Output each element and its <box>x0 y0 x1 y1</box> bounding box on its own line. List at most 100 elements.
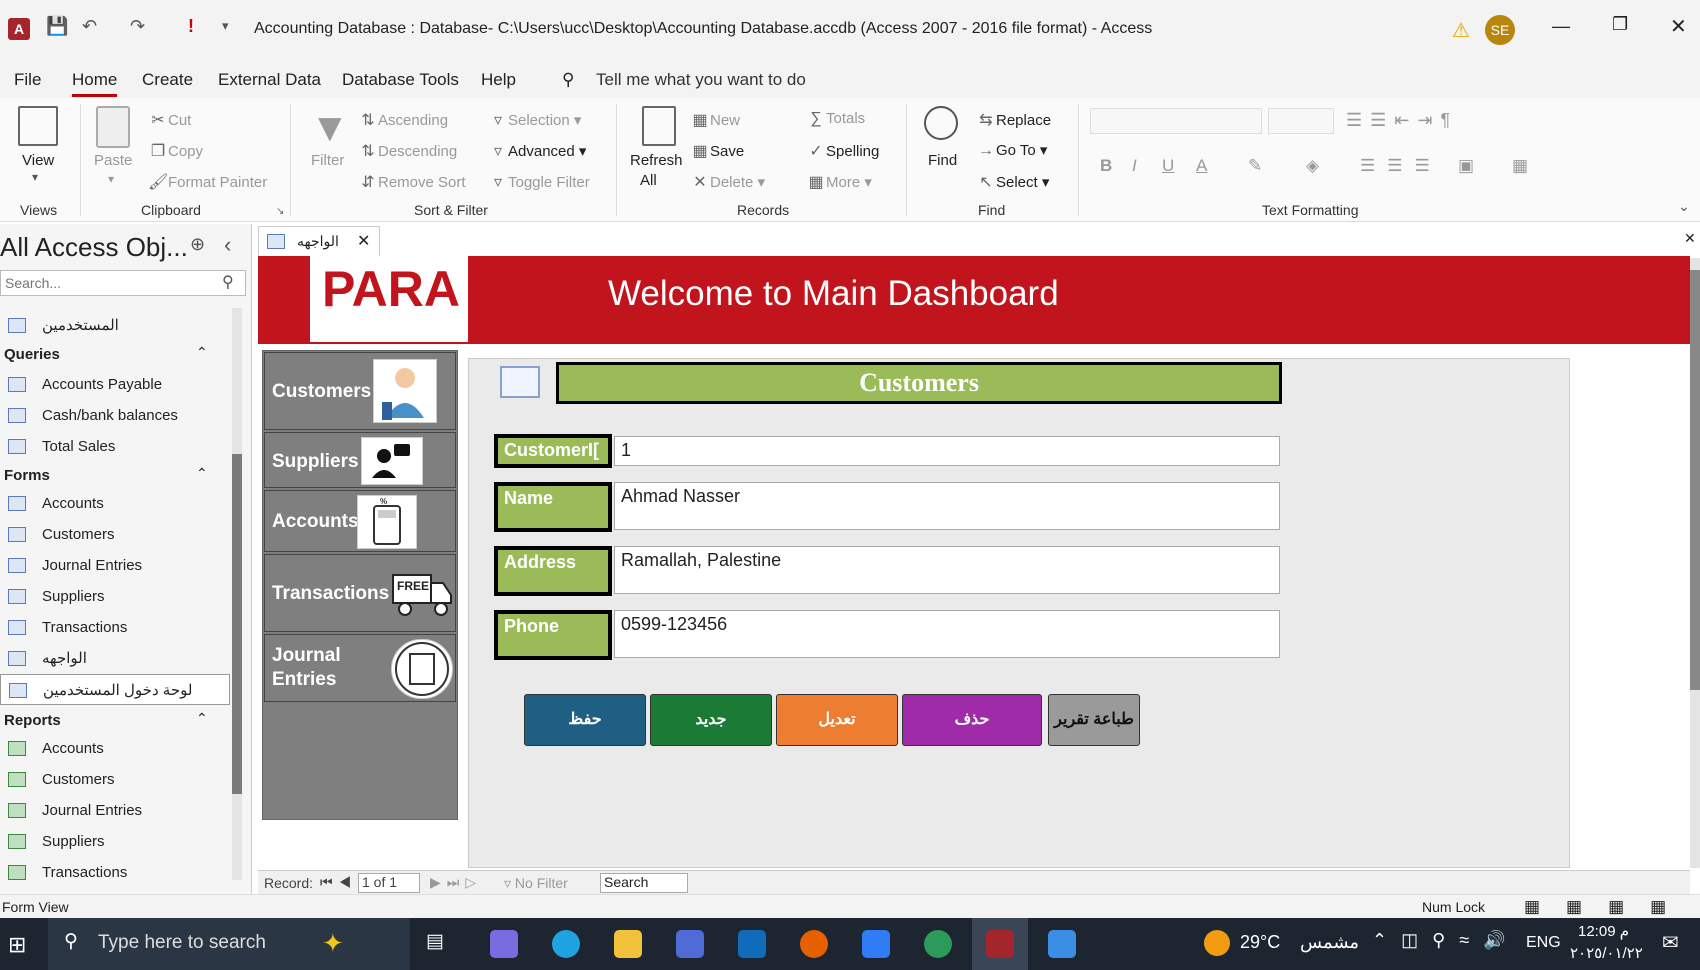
next-last-icons[interactable]: ▶⏭▷ <box>430 874 482 891</box>
fill-color-icon[interactable]: ◈ <box>1306 156 1319 176</box>
selection-button[interactable]: Selection <box>508 112 570 129</box>
restore-icon[interactable]: ❐ <box>1612 14 1628 35</box>
firefox-icon[interactable] <box>800 930 828 958</box>
filter-button[interactable]: Filter <box>311 152 344 169</box>
weather-temp[interactable]: 29°C <box>1240 932 1280 953</box>
nav-search-icon[interactable]: ⚲ <box>222 272 234 292</box>
nav-form-item[interactable]: الواجهه <box>0 643 230 674</box>
italic-icon[interactable]: I <box>1132 156 1137 176</box>
queries-collapse-icon[interactable]: ⌃ <box>196 344 208 361</box>
view-button[interactable]: View <box>22 152 54 169</box>
view-icon[interactable] <box>18 106 58 146</box>
nav-form-item[interactable]: Transactions <box>0 612 230 643</box>
transactions-nav-button[interactable]: Transactions FREE <box>264 554 456 632</box>
minimize-icon[interactable]: — <box>1552 16 1570 37</box>
nav-report-item[interactable]: Customers <box>0 764 230 795</box>
nav-scrollbar-thumb[interactable] <box>232 454 242 794</box>
clock-date[interactable]: ٢٠٢٥/٠١/٢٢ <box>1570 944 1643 962</box>
queries-header[interactable]: Queries <box>4 346 60 363</box>
suppliers-nav-button[interactable]: Suppliers <box>264 432 456 488</box>
gridlines-icon[interactable]: ▦ <box>1512 156 1528 176</box>
delete-button[interactable]: حذف <box>902 694 1042 746</box>
app-icon[interactable] <box>862 930 890 958</box>
nav-form-item[interactable]: Accounts <box>0 488 230 519</box>
first-prev-icons[interactable]: ⏮◀ <box>320 874 357 891</box>
copy-button[interactable]: Copy <box>168 143 203 160</box>
view-dropdown-icon[interactable]: ▾ <box>32 170 38 184</box>
system-tray-icons[interactable]: ⌃◫⚲≈🔊 <box>1372 930 1520 951</box>
outlook-icon[interactable] <box>738 930 766 958</box>
background-image-icon[interactable]: ▣ <box>1458 156 1474 176</box>
close-tab-icon[interactable]: ✕ <box>357 231 370 251</box>
nav-query-item[interactable]: Total Sales <box>0 431 230 462</box>
nav-search-input[interactable] <box>0 270 246 296</box>
customers-nav-button[interactable]: Customers <box>264 352 456 430</box>
edge-icon[interactable] <box>552 930 580 958</box>
nav-query-item[interactable]: Accounts Payable <box>0 369 230 400</box>
customize-toolbar-icon[interactable]: ▾ <box>222 18 229 34</box>
taskbar-search-box[interactable]: ⚲ Type here to search ✦ <box>48 918 410 970</box>
nav-form-item[interactable]: Journal Entries <box>0 550 230 581</box>
reports-header[interactable]: Reports <box>4 712 61 729</box>
filter-icon[interactable]: ▼ <box>310 106 350 151</box>
nav-form-item[interactable]: Customers <box>0 519 230 550</box>
collapse-ribbon-icon[interactable]: ⌄ <box>1678 198 1690 215</box>
refresh-all-icon[interactable] <box>642 106 676 146</box>
refresh-all-button-line2[interactable]: All <box>640 172 657 189</box>
view-switcher-icons[interactable]: ▦▦▦▦ <box>1524 897 1692 917</box>
menu-file[interactable]: File <box>14 70 41 90</box>
align-icons[interactable]: ☰☰☰ <box>1360 156 1442 176</box>
copilot-app-icon[interactable] <box>490 930 518 958</box>
totals-button[interactable]: Totals <box>826 110 865 127</box>
clock-time[interactable]: 12:09 م <box>1578 922 1629 940</box>
new-record-button[interactable]: New <box>710 112 740 129</box>
forms-header[interactable]: Forms <box>4 467 50 484</box>
clipboard-launcher-icon[interactable]: ↘ <box>276 206 284 217</box>
redo-icon[interactable]: ↷ <box>130 16 145 37</box>
whatsapp-icon[interactable] <box>924 930 952 958</box>
paste-button[interactable]: Paste <box>94 152 132 169</box>
find-icon[interactable] <box>924 106 958 140</box>
store-icon[interactable] <box>676 930 704 958</box>
form-scrollbar-thumb[interactable] <box>1690 270 1700 690</box>
undo-icon[interactable]: ↶ <box>82 16 97 37</box>
highlight-icon[interactable]: ✎ <box>1248 156 1262 176</box>
access-taskbar-icon[interactable] <box>986 930 1014 958</box>
menu-help[interactable]: Help <box>481 70 516 90</box>
save-record-button[interactable]: Save <box>710 143 744 160</box>
more-button[interactable]: More <box>826 174 860 191</box>
ascending-button[interactable]: Ascending <box>378 112 448 129</box>
windows-start-icon[interactable]: ⊞ <box>8 932 26 958</box>
paste-dropdown-icon[interactable]: ▾ <box>108 172 114 186</box>
edit-button[interactable]: تعديل <box>776 694 898 746</box>
nav-report-item[interactable]: Suppliers <box>0 826 230 857</box>
paste-icon[interactable] <box>96 106 130 148</box>
name-field[interactable]: Ahmad Nasser <box>614 482 1280 530</box>
task-view-icon[interactable]: ▤ <box>426 930 444 953</box>
descending-button[interactable]: Descending <box>378 143 457 160</box>
refresh-all-button[interactable]: Refresh <box>630 152 683 169</box>
nav-title[interactable]: All Access Obj... <box>0 232 188 263</box>
nav-menu-icon[interactable]: ⊕ <box>190 234 205 255</box>
remove-sort-button[interactable]: Remove Sort <box>378 174 466 191</box>
cut-button[interactable]: Cut <box>168 112 191 129</box>
save-icon[interactable]: 💾 <box>46 16 68 37</box>
advanced-button[interactable]: Advanced <box>508 143 575 160</box>
format-painter-button[interactable]: Format Painter <box>168 174 267 191</box>
font-size-select[interactable] <box>1268 108 1334 134</box>
nav-query-item[interactable]: Cash/bank balances <box>0 400 230 431</box>
nav-form-item-selected[interactable]: لوحة دخول المستخدمين <box>0 674 230 705</box>
new-button[interactable]: جديد <box>650 694 772 746</box>
close-document-icon[interactable]: ✕ <box>1684 230 1696 247</box>
record-position-input[interactable]: 1 of 1 <box>358 873 420 893</box>
language-indicator[interactable]: ENG <box>1526 934 1561 952</box>
nav-table-item[interactable]: المستخدمين <box>0 310 230 341</box>
list-indent-icons[interactable]: ☰☰⇤⇥¶ <box>1346 110 1458 131</box>
menu-home[interactable]: Home <box>72 70 118 97</box>
spelling-button[interactable]: Spelling <box>826 143 879 160</box>
notifications-icon[interactable]: ✉ <box>1662 930 1679 955</box>
nav-report-item[interactable]: Transactions <box>0 857 230 888</box>
nav-report-item[interactable]: Accounts <box>0 733 230 764</box>
find-button[interactable]: Find <box>928 152 957 169</box>
nav-form-item[interactable]: Suppliers <box>0 581 230 612</box>
